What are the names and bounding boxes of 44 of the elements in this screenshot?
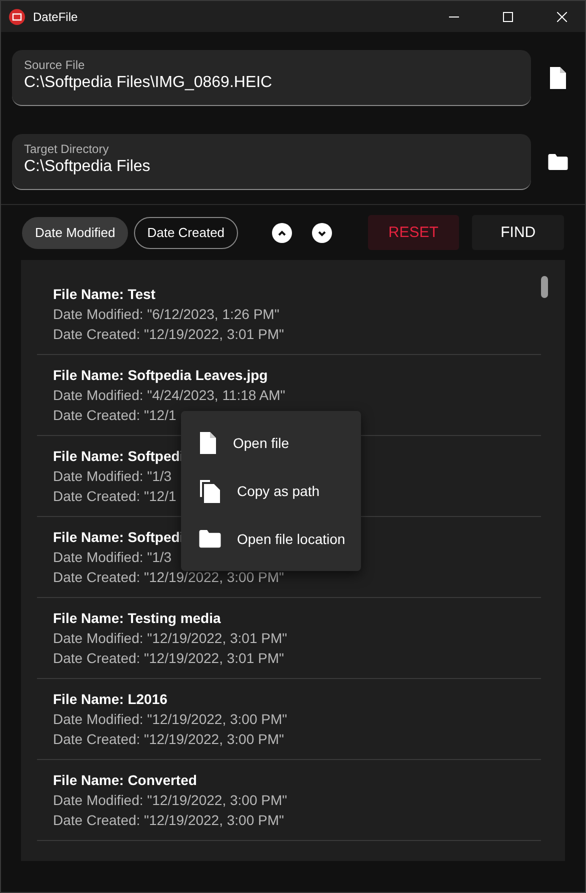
sort-ascending-button[interactable] [272,222,292,242]
target-directory-input[interactable]: C:\Softpedia Files [24,158,519,176]
scrollbar-thumb[interactable] [541,276,548,298]
date-modified: Date Modified: "12/19/2022, 3:00 PM" [53,792,288,808]
date-modified: Date Modified: "6/12/2023, 1:26 PM" [53,306,280,322]
date-modified: Date Modified: "12/19/2022, 3:01 PM" [53,630,288,646]
maximize-icon [503,12,513,22]
menu-item[interactable]: Copy as path [181,467,361,515]
sort-chip[interactable]: Date Created [134,216,238,248]
date-modified: Date Modified: "4/24/2023, 11:18 AM" [53,387,286,403]
copy-icon [199,479,221,503]
file-name: File Name: Testing media [53,610,221,626]
date-created: Date Created: "12/19/2022, 3:00 PM" [53,731,284,747]
date-modified: Date Modified: "1/3 [53,549,172,565]
folder-icon [548,154,568,170]
sort-chip[interactable]: Date Modified [22,216,128,248]
file-name: File Name: L2016 [53,691,168,707]
target-directory-field[interactable]: Target Directory C:\Softpedia Files [12,134,531,190]
find-button[interactable]: FIND [472,215,564,250]
app-logo-icon [9,8,25,24]
menu-item[interactable]: Open file [181,419,361,467]
file-icon [549,67,567,89]
date-modified: Date Modified: "1/3 [53,468,172,484]
field-label: Target Directory [24,142,110,156]
sort-descending-button[interactable] [312,222,332,242]
date-created: Date Created: "12/19/2022, 3:01 PM" [53,650,284,666]
field-label: Source File [24,58,86,72]
window-title: DateFile [33,10,79,24]
folder-icon [199,530,221,548]
file-icon [199,432,217,454]
date-created: Date Created: "12/1 [53,488,176,504]
date-modified: Date Modified: "12/19/2022, 3:00 PM" [53,711,288,727]
reset-button[interactable]: RESET [368,215,460,250]
menu-item[interactable]: Open file location [181,515,361,563]
file-name: File Name: Softpedia Leaves.jpg [53,367,268,383]
close-icon [557,12,567,22]
date-created: Date Created: "12/1 [53,407,176,423]
date-created: Date Created: "12/19/2022, 3:00 PM" [53,812,284,828]
source-file-input[interactable]: C:\Softpedia Files\IMG_0869.HEIC [24,74,519,92]
date-created: Date Created: "12/19/2022, 3:00 PM" [53,569,284,585]
file-name: File Name: Test [53,286,156,302]
source-file-field[interactable]: Source File C:\Softpedia Files\IMG_0869.HEIC [12,50,531,106]
date-created: Date Created: "12/19/2022, 3:01 PM" [53,326,284,342]
file-name: File Name: Converted [53,772,197,788]
